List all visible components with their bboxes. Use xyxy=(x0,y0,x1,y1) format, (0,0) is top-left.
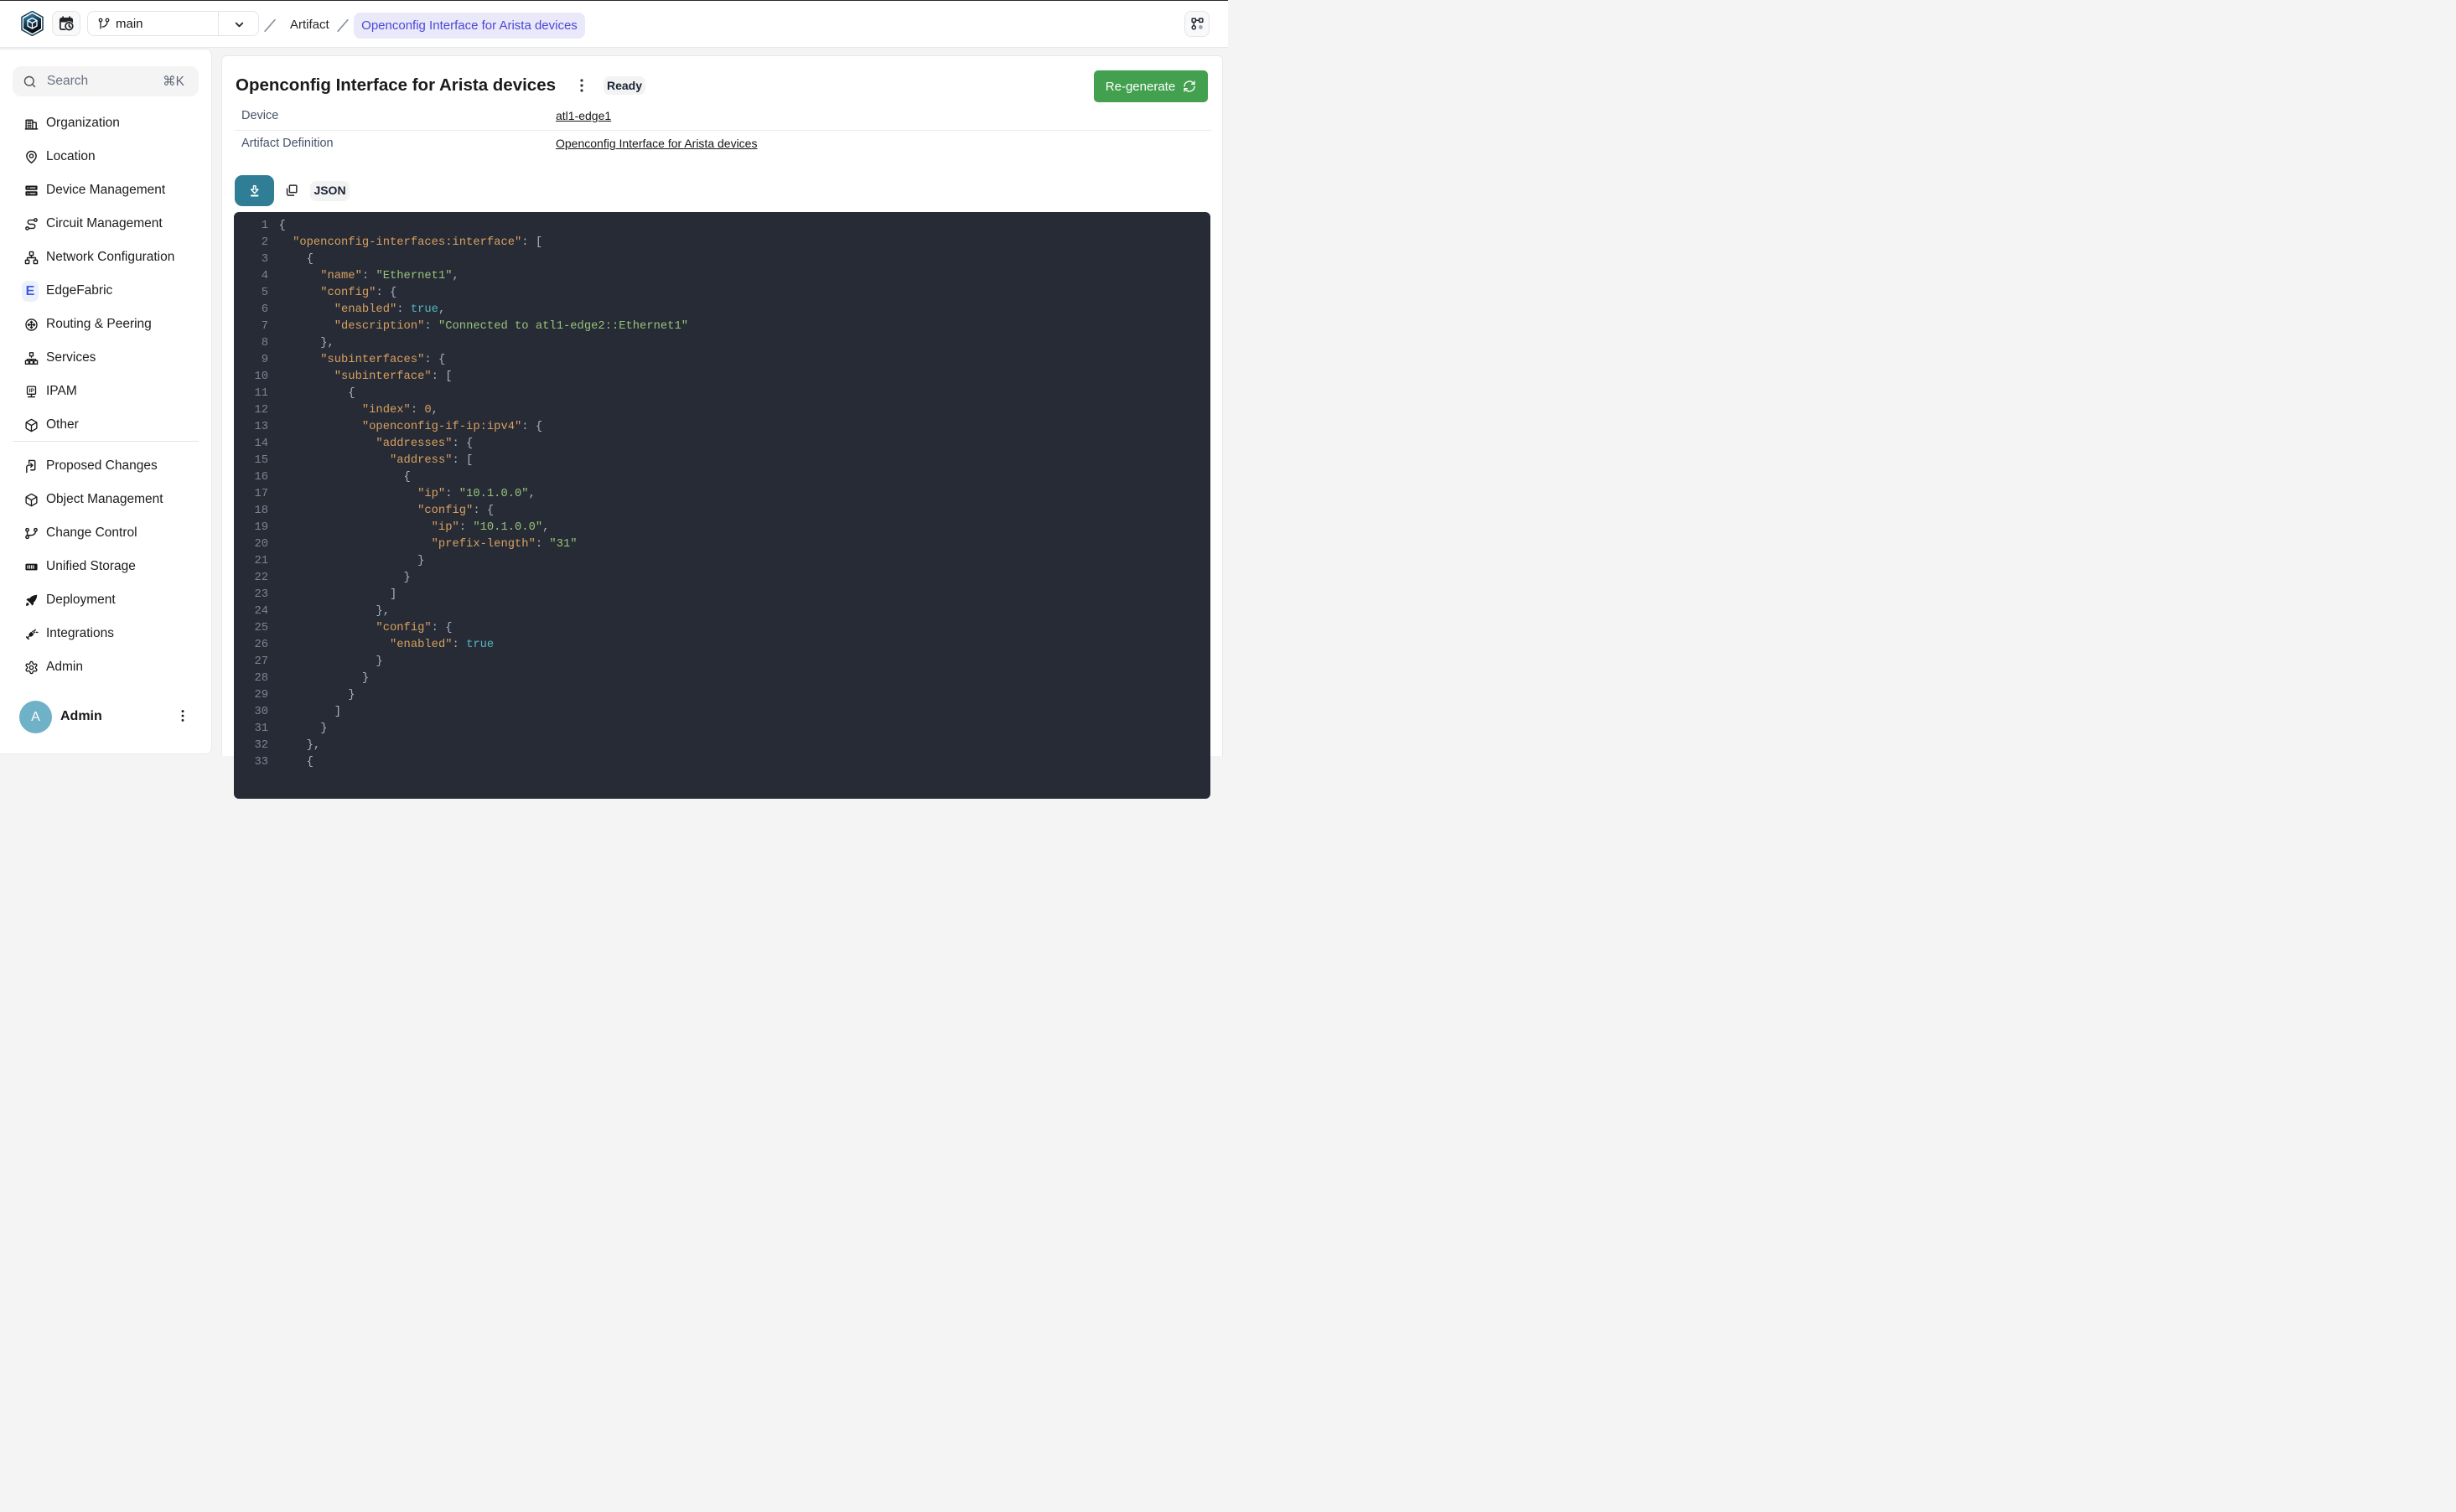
svg-text:IP: IP xyxy=(29,388,35,394)
